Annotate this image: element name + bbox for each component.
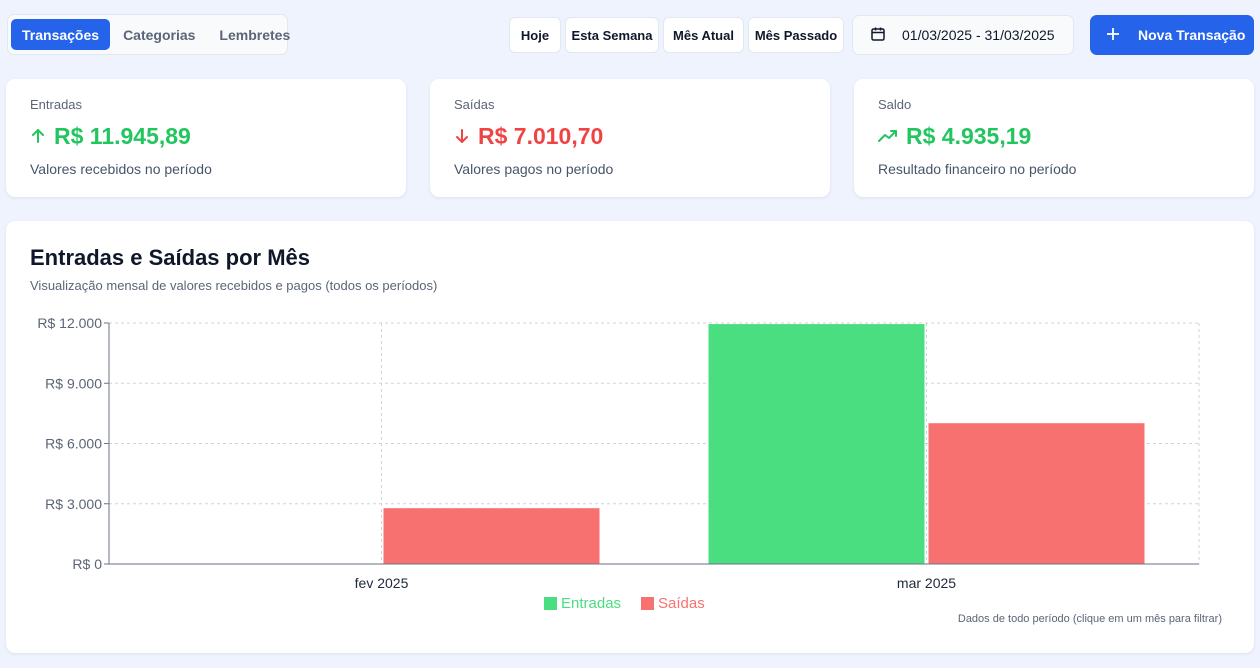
card-value: R$ 7.010,70 xyxy=(454,123,806,150)
card-label: Saídas xyxy=(454,97,495,112)
bar-saídas xyxy=(928,423,1145,564)
bar-chart: R$ 0 R$ 3.000 R$ 6.000 R$ 9.000 R$ 12.000 fev… xyxy=(37,315,1200,612)
card-value: R$ 11.945,89 xyxy=(30,123,382,150)
chart-note: Dados de todo período (clique em um mês … xyxy=(957,613,1222,625)
filter-hoje-button[interactable]: Hoje xyxy=(509,17,561,53)
legend-label: Saídas xyxy=(658,595,705,612)
filter-mes-passado-button[interactable]: Mês Passado xyxy=(748,17,844,53)
y-tick-label: R$ 0 xyxy=(72,556,102,572)
y-tick-label: R$ 12.000 xyxy=(37,315,102,331)
y-tick-label: R$ 3.000 xyxy=(45,496,102,512)
date-range-text: 01/03/2025 - 31/03/2025 xyxy=(902,27,1055,43)
bar-saídas xyxy=(383,508,600,564)
card-value-text: R$ 4.935,19 xyxy=(906,123,1032,149)
legend-swatch xyxy=(544,597,557,610)
tab-transacoes[interactable]: Transações xyxy=(11,19,111,50)
card-value: R$ 4.935,19 xyxy=(878,123,1230,150)
arrow-up-icon xyxy=(30,123,46,150)
chart-panel: Entradas e Saídas por Mês Visualização m… xyxy=(6,221,1254,653)
card-entradas: Entradas R$ 11.945,89 Valores recebidos … xyxy=(6,79,406,197)
card-saldo: Saldo R$ 4.935,19 Resultado financeiro n… xyxy=(854,79,1254,197)
card-value-text: R$ 11.945,89 xyxy=(54,123,191,149)
arrow-down-icon xyxy=(454,123,470,150)
y-tick-label: R$ 9.000 xyxy=(45,375,102,391)
card-label: Entradas xyxy=(30,97,83,112)
y-tick-label: R$ 6.000 xyxy=(45,436,102,452)
x-tick-label: mar 2025 xyxy=(897,575,956,591)
filter-esta-semana-button[interactable]: Esta Semana xyxy=(565,17,659,53)
card-saidas: Saídas R$ 7.010,70 Valores pagos no perí… xyxy=(430,79,830,197)
card-subtitle: Valores pagos no período xyxy=(454,161,614,177)
card-subtitle: Valores recebidos no período xyxy=(30,161,212,177)
card-subtitle: Resultado financeiro no período xyxy=(878,161,1077,177)
date-range-picker[interactable]: 01/03/2025 - 31/03/2025 xyxy=(852,15,1074,55)
legend-swatch xyxy=(641,597,654,610)
filter-mes-atual-button[interactable]: Mês Atual xyxy=(663,17,744,53)
nova-transacao-label: Nova Transação xyxy=(1138,27,1246,43)
nova-transacao-button[interactable]: Nova Transação xyxy=(1090,15,1254,55)
view-tabs: Transações Categorias Lembretes xyxy=(7,14,290,55)
tab-lembretes[interactable]: Lembretes xyxy=(208,19,301,50)
plus-icon xyxy=(1106,27,1120,44)
trending-up-icon xyxy=(878,123,898,150)
card-label: Saldo xyxy=(878,97,912,112)
calendar-icon xyxy=(870,26,886,45)
bar-entradas xyxy=(708,324,925,564)
x-tick-label: fev 2025 xyxy=(355,575,409,591)
tab-categorias[interactable]: Categorias xyxy=(112,19,206,50)
card-value-text: R$ 7.010,70 xyxy=(478,123,604,149)
legend-label: Entradas xyxy=(561,595,621,612)
top-toolbar: Transações Categorias Lembretes Hoje Est… xyxy=(0,0,1260,70)
